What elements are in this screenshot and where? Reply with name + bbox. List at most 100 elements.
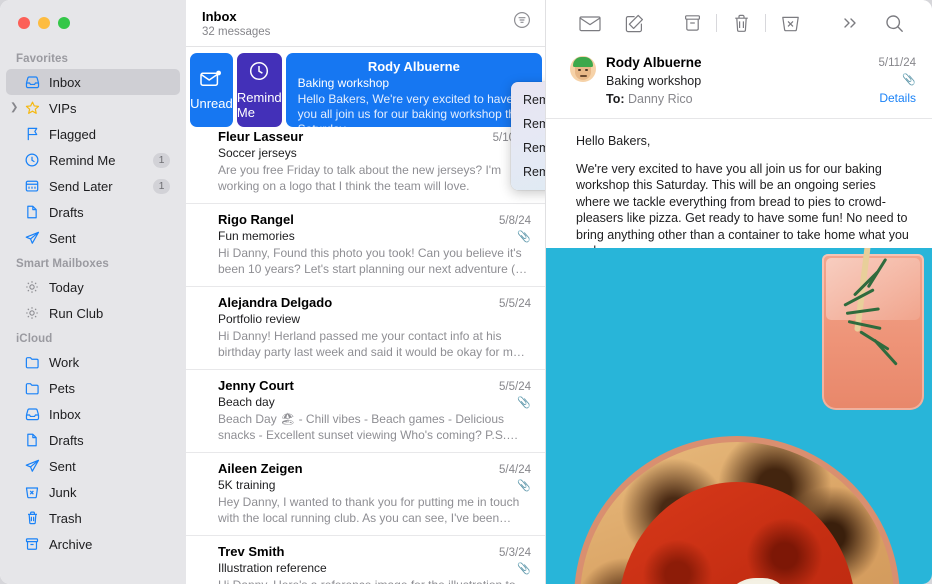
archive-icon[interactable] xyxy=(670,14,714,32)
sidebar-item-work[interactable]: Work xyxy=(6,349,180,375)
paperclip-icon: 📎 xyxy=(517,563,531,575)
message-sender: Fleur Lasseur xyxy=(218,129,304,144)
context-menu-item-remind-tonight[interactable]: Remind Me Tonight xyxy=(511,112,545,136)
memoji-cap xyxy=(573,57,593,67)
message-preview: Beach Day 🏖 - Chill vibes - Beach games … xyxy=(218,412,507,442)
sidebar-item-pets[interactable]: Pets xyxy=(6,375,180,401)
sidebar-item-archive[interactable]: Archive xyxy=(6,531,180,557)
document-icon xyxy=(22,432,42,448)
sidebar-item-label: Drafts xyxy=(49,204,84,220)
message-row[interactable]: Rigo Rangel 5/8/24 Fun memories 📎 Hi Dan… xyxy=(186,204,545,287)
message-row[interactable]: Fleur Lasseur 5/10/24 Soccer jerseys Are… xyxy=(186,121,545,204)
filter-icon[interactable] xyxy=(513,11,531,34)
message-subject: Fun memories xyxy=(218,229,295,243)
paper-plane-icon xyxy=(22,458,42,474)
memoji-eye-left xyxy=(578,69,581,71)
sidebar-item-trash[interactable]: Trash xyxy=(6,505,180,531)
sidebar-item-label: Flagged xyxy=(49,126,96,142)
sidebar-item-label: Drafts xyxy=(49,432,84,448)
sidebar-item-inbox[interactable]: Inbox xyxy=(6,69,180,95)
sidebar-item-flagged[interactable]: Flagged xyxy=(6,121,180,147)
sidebar-item-label: Sent xyxy=(49,230,76,246)
sidebar-item-label: Sent xyxy=(49,458,76,474)
swipe-action-unread[interactable]: Unread xyxy=(190,53,233,127)
message-header: Rody Albuerne Baking workshop To: Danny … xyxy=(546,46,932,119)
swipe-action-remind-me[interactable]: Remind Me xyxy=(236,53,282,127)
message-row[interactable]: Aileen Zeigen 5/4/24 5K training 📎 Hey D… xyxy=(186,453,545,536)
junk-icon[interactable] xyxy=(768,14,812,32)
avatar xyxy=(570,56,596,82)
mailbox-title-group: Inbox 32 messages xyxy=(202,5,270,40)
margherita-pizza-photo xyxy=(546,248,932,584)
sidebar-item-drafts[interactable]: Drafts xyxy=(6,199,180,225)
sidebar-item-label: Remind Me xyxy=(49,152,116,168)
sidebar-item-icloud-drafts[interactable]: Drafts xyxy=(6,427,180,453)
message-header-meta: 5/11/24 📎 Details xyxy=(878,54,916,108)
sidebar-item-icloud-inbox[interactable]: Inbox xyxy=(6,401,180,427)
folder-icon xyxy=(22,354,42,370)
sidebar-item-label: Work xyxy=(49,354,80,370)
sidebar-item-run-club[interactable]: Run Club xyxy=(6,300,180,326)
sidebar-item-today[interactable]: Today xyxy=(6,274,180,300)
pizza xyxy=(574,436,900,584)
reading-pane: Rody Albuerne Baking workshop To: Danny … xyxy=(546,0,932,584)
close-button[interactable] xyxy=(18,17,30,29)
message-date: 5/11/24 xyxy=(878,57,916,69)
sidebar-item-label: Pets xyxy=(49,380,76,396)
sidebar-item-label: Archive xyxy=(49,536,93,552)
sidebar-item-label: VIPs xyxy=(49,100,77,116)
sidebar-item-label: Run Club xyxy=(49,305,104,321)
junk-icon xyxy=(22,484,42,500)
paperclip-icon: 📎 xyxy=(517,231,531,243)
message-sender: Rigo Rangel xyxy=(218,212,294,227)
context-menu-item-remind-later[interactable]: Remind Me Later… xyxy=(511,160,545,184)
inbox-icon xyxy=(22,74,42,90)
sidebar-section-icloud: iCloud xyxy=(16,333,53,345)
message-row-selected[interactable]: Rody Albuerne Baking workshop Hello Bake… xyxy=(285,53,542,127)
memoji-mouth xyxy=(580,75,587,77)
search-icon[interactable] xyxy=(872,14,916,33)
sidebar-item-label: Junk xyxy=(49,484,77,500)
zoom-button[interactable] xyxy=(58,17,70,29)
message-row[interactable]: Trev Smith 5/3/24 Illustration reference… xyxy=(186,536,545,584)
sidebar-item-remind-me[interactable]: Remind Me 1 xyxy=(6,147,180,173)
context-menu-item-remind-1-hour[interactable]: Remind Me in 1 Hour xyxy=(511,88,545,112)
more-chevrons-icon[interactable] xyxy=(828,16,872,30)
document-icon xyxy=(22,204,42,220)
message-date: 5/3/24 xyxy=(499,547,531,559)
swipe-action-label: Unread xyxy=(190,95,233,111)
message-subject: Beach day xyxy=(218,395,275,409)
compose-icon[interactable] xyxy=(612,14,656,33)
window-controls xyxy=(0,0,186,46)
message-count: 32 messages xyxy=(202,26,271,38)
sidebar-item-icloud-sent[interactable]: Sent xyxy=(6,453,180,479)
mark-unread-icon[interactable] xyxy=(568,15,612,32)
swipe-action-label: Remind Me xyxy=(236,89,282,120)
sidebar-item-label: Today xyxy=(49,279,84,295)
message-preview: Are you free Friday to talk about the ne… xyxy=(218,163,502,193)
message-date: 5/8/24 xyxy=(499,215,531,227)
sidebar-item-vips[interactable]: ❯ VIPs xyxy=(6,95,180,121)
message-list-pane: Inbox 32 messages Unread Remind Me Rody … xyxy=(186,0,546,584)
message-row[interactable]: Alejandra Delgado 5/5/24 Portfolio revie… xyxy=(186,287,545,370)
message-from: Rody Albuerne xyxy=(606,55,702,70)
message-sender: Aileen Zeigen xyxy=(218,461,303,476)
sidebar-item-label: Inbox xyxy=(49,74,81,90)
sidebar-item-sent[interactable]: Sent xyxy=(6,225,180,251)
message-preview: Hi Danny! Herland passed me your contact… xyxy=(218,329,520,359)
toolbar-divider xyxy=(716,14,717,32)
sidebar-item-junk[interactable]: Junk xyxy=(6,479,180,505)
message-subject: Baking workshop xyxy=(297,76,390,90)
chevron-right-icon[interactable]: ❯ xyxy=(10,103,18,113)
message-sender: Trev Smith xyxy=(218,544,285,559)
mozzarella xyxy=(726,578,788,584)
sidebar-item-send-later[interactable]: Send Later 1 xyxy=(6,173,180,199)
trash-icon[interactable] xyxy=(719,14,763,33)
details-link[interactable]: Details xyxy=(878,89,916,107)
message-subject: Portfolio review xyxy=(218,312,301,326)
context-menu-item-remind-tomorrow[interactable]: Remind Me Tomorrow xyxy=(511,136,545,160)
message-row[interactable]: Jenny Court 5/5/24 Beach day 📎 Beach Day… xyxy=(186,370,545,453)
minimize-button[interactable] xyxy=(38,17,50,29)
inbox-icon xyxy=(22,406,42,422)
message-body-greeting: Hello Bakers, xyxy=(576,134,651,148)
